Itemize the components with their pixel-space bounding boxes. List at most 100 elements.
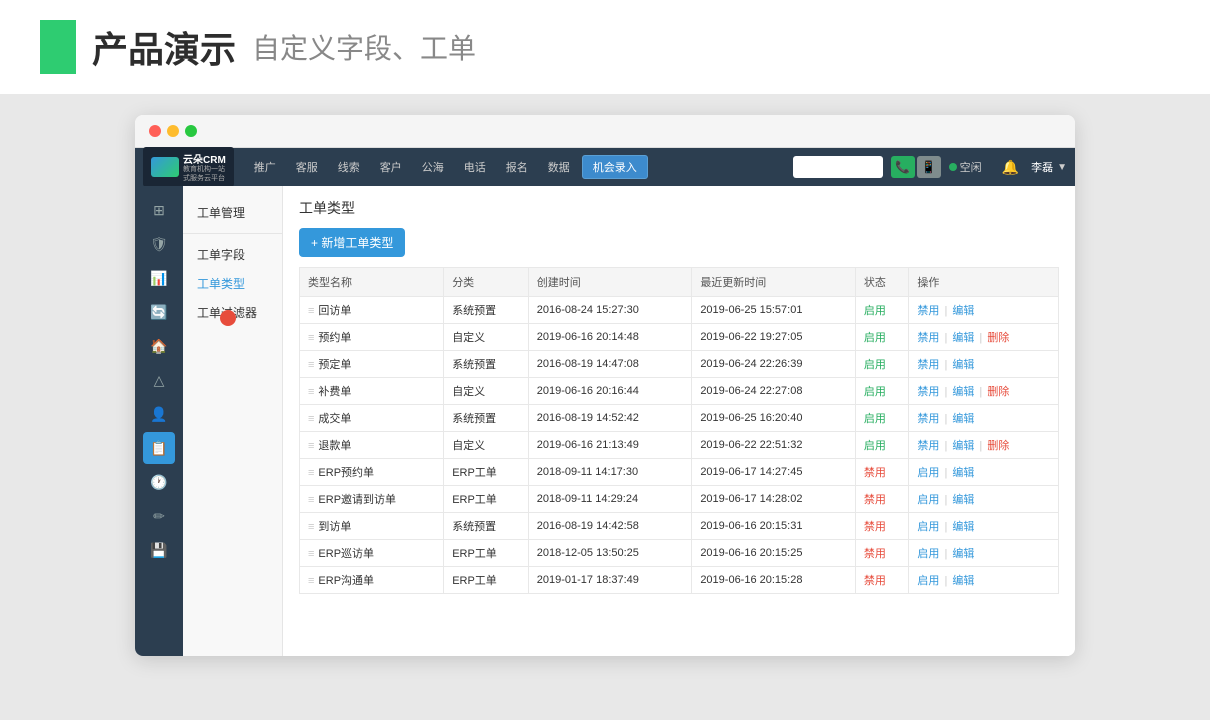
cell-actions: 禁用 | 编辑 | 删除 [909, 324, 1059, 351]
bell-icon[interactable]: 🔔 [1002, 159, 1019, 176]
col-header-actions: 操作 [909, 268, 1059, 297]
nav-item-baoming[interactable]: 报名 [498, 155, 536, 179]
cell-status: 启用 [855, 324, 909, 351]
action-编辑[interactable]: 编辑 [952, 467, 974, 479]
sidebar-icon-shield[interactable]: 🛡 [143, 228, 175, 260]
logo-area: 云朵CRM 教育机构一站式服务云平台 [143, 147, 234, 187]
action-编辑[interactable]: 编辑 [952, 548, 974, 560]
nav-item-tuiguang[interactable]: 推广 [246, 155, 284, 179]
app-header: 云朵CRM 教育机构一站式服务云平台 推广 客服 线索 客户 公海 电话 报名 … [135, 148, 1075, 186]
action-启用[interactable]: 启用 [917, 548, 939, 560]
table-row: ≡ERP沟通单ERP工单2019-01-17 18:37:492019-06-1… [300, 567, 1059, 594]
search-box[interactable] [793, 156, 883, 178]
logo-icon [151, 157, 179, 177]
cell-actions: 禁用 | 编辑 [909, 297, 1059, 324]
cell-actions: 禁用 | 编辑 | 删除 [909, 432, 1059, 459]
cell-name: ≡到访单 [300, 513, 444, 540]
cell-created: 2016-08-19 14:47:08 [528, 351, 692, 378]
sidebar-icon-edit[interactable]: ✏ [143, 500, 175, 532]
nav-item-shuju[interactable]: 数据 [540, 155, 578, 179]
table-row: ≡补费单自定义2019-06-16 20:16:442019-06-24 22:… [300, 378, 1059, 405]
action-编辑[interactable]: 编辑 [952, 386, 974, 398]
cell-actions: 禁用 | 编辑 [909, 405, 1059, 432]
action-禁用[interactable]: 禁用 [917, 332, 939, 344]
banner-subtitle: 自定义字段、工单 [252, 27, 476, 67]
table-row: ≡预定单系统预置2016-08-19 14:47:082019-06-24 22… [300, 351, 1059, 378]
sidebar-icon-clock[interactable]: 🕐 [143, 466, 175, 498]
nav-item-kefu[interactable]: 客服 [288, 155, 326, 179]
action-启用[interactable]: 启用 [917, 467, 939, 479]
cell-status: 启用 [855, 432, 909, 459]
phone-call-icon[interactable]: 📞 [891, 156, 915, 178]
cell-name: ≡ERP沟通单 [300, 567, 444, 594]
nav-item-gonghai[interactable]: 公海 [414, 155, 452, 179]
col-header-status: 状态 [855, 268, 909, 297]
sidebar-icon-refresh[interactable]: 🔄 [143, 296, 175, 328]
phone-icons: 📞 📱 [891, 156, 941, 178]
cell-category: ERP工单 [444, 540, 529, 567]
action-禁用[interactable]: 禁用 [917, 359, 939, 371]
status-badge: 禁用 [864, 494, 886, 506]
cell-name: ≡补费单 [300, 378, 444, 405]
sub-nav-item-fields[interactable]: 工单字段 [183, 240, 282, 269]
cell-created: 2016-08-24 15:27:30 [528, 297, 692, 324]
drag-icon: ≡ [308, 359, 314, 371]
sidebar-icon-chart[interactable]: 📊 [143, 262, 175, 294]
action-禁用[interactable]: 禁用 [917, 305, 939, 317]
action-删除[interactable]: 删除 [987, 332, 1009, 344]
status-badge: 禁用 [864, 521, 886, 533]
sidebar-icon-save[interactable]: 💾 [143, 534, 175, 566]
nav-item-kehu[interactable]: 客户 [372, 155, 410, 179]
phone-hangup-icon[interactable]: 📱 [917, 156, 941, 178]
action-删除[interactable]: 删除 [987, 440, 1009, 452]
action-启用[interactable]: 启用 [917, 575, 939, 587]
action-启用[interactable]: 启用 [917, 494, 939, 506]
drag-icon: ≡ [308, 413, 314, 425]
browser-dots [149, 125, 197, 137]
action-编辑[interactable]: 编辑 [952, 359, 974, 371]
cell-name: ≡退款单 [300, 432, 444, 459]
sidebar-icon-home[interactable]: 🏠 [143, 330, 175, 362]
dot-green[interactable] [185, 125, 197, 137]
cell-category: 自定义 [444, 324, 529, 351]
nav-item-xinsuo[interactable]: 线索 [330, 155, 368, 179]
dot-red[interactable] [149, 125, 161, 137]
cell-category: 自定义 [444, 378, 529, 405]
col-header-name: 类型名称 [300, 268, 444, 297]
drag-icon: ≡ [308, 575, 314, 587]
action-启用[interactable]: 启用 [917, 521, 939, 533]
action-禁用[interactable]: 禁用 [917, 413, 939, 425]
action-separator: | [976, 440, 985, 452]
nav-item-dianhua[interactable]: 电话 [456, 155, 494, 179]
cell-actions: 启用 | 编辑 [909, 567, 1059, 594]
action-编辑[interactable]: 编辑 [952, 305, 974, 317]
nav-item-jiyilu[interactable]: 机会录入 [582, 155, 648, 179]
sidebar-icon-alert[interactable]: △ [143, 364, 175, 396]
browser-chrome [135, 115, 1075, 148]
action-删除[interactable]: 删除 [987, 386, 1009, 398]
cell-created: 2018-12-05 13:50:25 [528, 540, 692, 567]
dot-yellow[interactable] [167, 125, 179, 137]
action-编辑[interactable]: 编辑 [952, 494, 974, 506]
action-禁用[interactable]: 禁用 [917, 440, 939, 452]
action-编辑[interactable]: 编辑 [952, 413, 974, 425]
sub-nav-item-types[interactable]: 工单类型 [183, 269, 282, 298]
action-禁用[interactable]: 禁用 [917, 386, 939, 398]
col-header-updated: 最近更新时间 [692, 268, 856, 297]
user-chevron-icon[interactable]: ▼ [1057, 162, 1067, 173]
cell-category: 系统预置 [444, 405, 529, 432]
add-workorder-type-button[interactable]: + 新增工单类型 [299, 228, 405, 257]
action-编辑[interactable]: 编辑 [952, 332, 974, 344]
status-badge: 启用 [864, 359, 886, 371]
action-编辑[interactable]: 编辑 [952, 440, 974, 452]
action-separator: | [941, 548, 950, 560]
sidebar-icon-grid[interactable]: ⊞ [143, 194, 175, 226]
action-编辑[interactable]: 编辑 [952, 575, 974, 587]
action-separator: | [976, 332, 985, 344]
action-编辑[interactable]: 编辑 [952, 521, 974, 533]
status-label: 空闲 [960, 159, 982, 175]
cell-updated: 2019-06-25 15:57:01 [692, 297, 856, 324]
sidebar-icon-user[interactable]: 👤 [143, 398, 175, 430]
action-separator: | [941, 386, 950, 398]
sidebar-icon-ticket[interactable]: 📋 [143, 432, 175, 464]
